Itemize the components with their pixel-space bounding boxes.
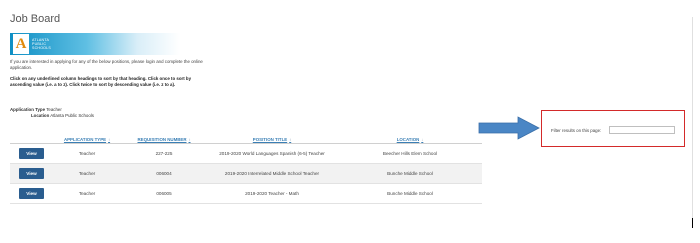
location-label: Location: [31, 113, 50, 118]
page-title: Job Board: [10, 13, 61, 25]
district-logo: A ATLANTA PUBLIC SCHOOLS: [10, 33, 180, 55]
cell-requisition-number: 006004: [156, 171, 172, 176]
table-row: View Teacher 006004 2019-2020 Interrelat…: [10, 164, 482, 184]
cell-position-title: 2019-2020 Interrelated Middle School Tea…: [224, 171, 320, 176]
logo-letter-a: A: [13, 34, 29, 54]
table-row: View Teacher 227-225 2019-2020 World Lan…: [10, 144, 482, 164]
text-cursor: [692, 218, 693, 228]
sort-icon: ↕: [289, 137, 292, 142]
scrollbar-track[interactable]: [692, 17, 693, 223]
cell-location: Bunche Middle School: [387, 171, 433, 176]
cell-location: Bunche Middle School: [387, 191, 433, 196]
column-application-type[interactable]: APPLICATION TYPE ↕: [52, 137, 122, 142]
column-position-title[interactable]: POSITION TITLE ↕: [206, 137, 338, 142]
sort-icon: ↕: [188, 137, 191, 142]
table-header: APPLICATION TYPE ↕ REQUISITION NUMBER ↕ …: [10, 136, 482, 144]
cell-requisition-number: 006005: [156, 191, 172, 196]
application-type-value: Teacher: [46, 107, 62, 112]
filter-highlight-box: Filter results on this page:: [541, 110, 685, 147]
cell-requisition-number: 227-225: [155, 151, 173, 156]
sort-icon: ↕: [108, 137, 111, 142]
sort-desc-icon: ↓: [421, 137, 424, 142]
view-button[interactable]: View: [19, 168, 44, 179]
view-button[interactable]: View: [19, 148, 44, 159]
job-table: APPLICATION TYPE ↕ REQUISITION NUMBER ↕ …: [10, 136, 482, 204]
cell-application-type: Teacher: [78, 171, 96, 176]
column-location[interactable]: LOCATION ↓: [338, 137, 482, 142]
cell-position-title: 2019-2020 World Languages Spanish (6-5) …: [219, 151, 325, 156]
pointer-arrow-icon: [478, 116, 540, 140]
cell-application-type: Teacher: [78, 151, 96, 156]
cell-application-type: Teacher: [78, 191, 96, 196]
sort-instructions: Click on any underlined column headings …: [10, 76, 192, 87]
intro-text: If you are interested in applying for an…: [10, 59, 203, 70]
filter-label: Filter results on this page:: [551, 128, 602, 133]
location-value: Atlanta Public Schools: [50, 113, 94, 118]
logo-text: ATLANTA PUBLIC SCHOOLS: [32, 38, 51, 50]
table-row: View Teacher 006005 2019-2020 Teacher - …: [10, 184, 482, 204]
column-requisition-number[interactable]: REQUISITION NUMBER ↕: [122, 137, 206, 142]
filter-input[interactable]: [609, 126, 675, 134]
application-type-label: Application Type: [10, 107, 46, 112]
applied-filters: Application Type Teacher Location Atlant…: [10, 107, 94, 119]
cell-position-title: 2019-2020 Teacher - Math: [245, 191, 299, 196]
view-button[interactable]: View: [19, 188, 44, 199]
cell-location: Beecher Hills Elem School: [382, 151, 438, 156]
